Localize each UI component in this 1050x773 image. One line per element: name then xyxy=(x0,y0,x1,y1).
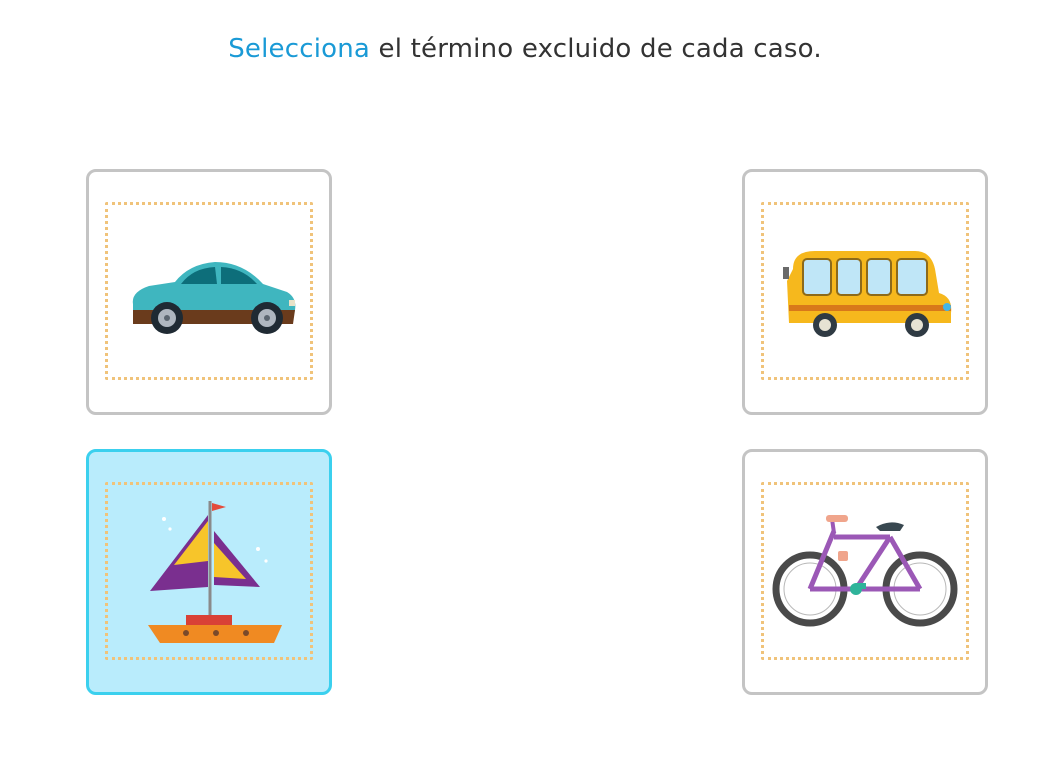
instruction-highlight: Selecciona xyxy=(228,34,371,64)
option-card-sailboat[interactable] xyxy=(86,449,332,695)
card-frame xyxy=(105,202,313,380)
card-frame xyxy=(105,482,313,660)
card-frame xyxy=(761,482,969,660)
instruction-text: Selecciona el término excluido de cada c… xyxy=(0,34,1050,64)
bicycle-icon xyxy=(772,515,958,627)
option-card-car[interactable] xyxy=(86,169,332,415)
bus-icon xyxy=(783,251,952,337)
car-icon xyxy=(132,262,296,334)
card-frame xyxy=(761,202,969,380)
instruction-rest: el término excluido de cada caso. xyxy=(370,34,822,64)
option-card-bus[interactable] xyxy=(742,169,988,415)
option-card-bicycle[interactable] xyxy=(742,449,988,695)
sailboat-icon xyxy=(148,501,282,643)
